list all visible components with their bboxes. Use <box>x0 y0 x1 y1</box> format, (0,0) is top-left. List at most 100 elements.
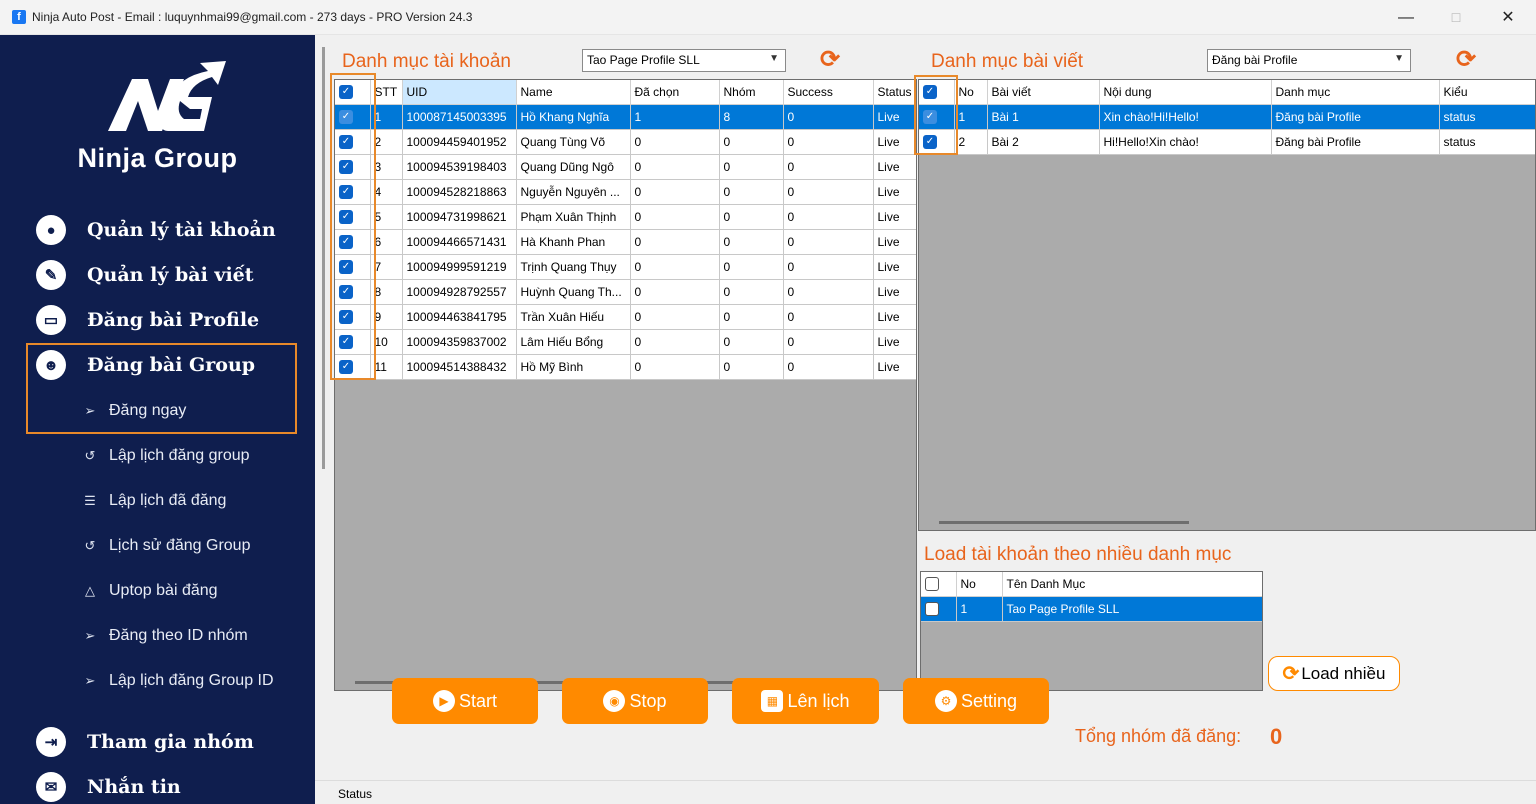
row-checkbox[interactable]: ✓ <box>335 204 371 230</box>
row-checkbox[interactable]: ✓ <box>335 354 371 380</box>
status-bar: Status <box>315 780 1536 804</box>
accounts-grid[interactable]: ✓ STT UID Name Đã chọn Nhóm Success Stat… <box>334 79 917 691</box>
column-header[interactable]: Tên Danh Mục <box>1002 572 1262 597</box>
row-checkbox[interactable]: ✓ <box>335 329 371 355</box>
row-checkbox[interactable]: ✓ <box>335 129 371 155</box>
menu-dang-bai-group[interactable]: ☻ Đăng bài Group <box>36 350 255 380</box>
table-row[interactable]: ✓ 1 Bài 1 Xin chào!Hi!Hello! Đăng bài Pr… <box>919 104 1535 130</box>
submenu-uptop-bai-dang[interactable]: △ Uptop bài đăng <box>80 579 218 603</box>
cell-chosen: 0 <box>630 154 720 180</box>
refresh-icon: ⟳ <box>1282 663 1300 685</box>
table-row[interactable]: ✓ 2 100094459401952 Quang Tùng Võ 0 0 0 … <box>335 129 916 155</box>
row-checkbox[interactable]: ✓ <box>335 104 371 130</box>
menu-quan-ly-tai-khoan[interactable]: ● Quản lý tài khoản <box>36 215 276 245</box>
table-row[interactable]: ✓ 8 100094928792557 Huỳnh Quang Th... 0 … <box>335 279 916 305</box>
column-header[interactable]: Bài viết <box>987 80 1100 105</box>
cell-stt: 2 <box>370 129 403 155</box>
table-row[interactable]: ✓ 10 100094359837002 Lâm Hiếu Bổng 0 0 0… <box>335 329 916 355</box>
column-header[interactable]: Đã chọn <box>630 80 720 105</box>
row-checkbox[interactable]: ✓ <box>335 154 371 180</box>
close-button[interactable]: ✕ <box>1488 5 1528 31</box>
load-multi-button[interactable]: ⟳ Load nhiều <box>1268 656 1400 691</box>
select-all-checkbox[interactable]: ✓ <box>335 80 371 105</box>
post-category-select[interactable]: Đăng bài Profile ▼ <box>1207 49 1411 72</box>
minimize-button[interactable]: — <box>1386 5 1426 31</box>
row-checkbox[interactable]: ✓ <box>919 129 955 155</box>
cell-content: Hi!Hello!Xin chào! <box>1099 129 1272 155</box>
button-label: Lên lịch <box>787 690 850 711</box>
combo-value: Đăng bài Profile <box>1212 53 1298 67</box>
splitter[interactable] <box>322 47 325 469</box>
column-header[interactable]: Kiểu <box>1439 80 1535 105</box>
submenu-lap-lich-dang-group[interactable]: ↺ Lập lịch đăng group <box>80 444 250 468</box>
refresh-posts-icon[interactable]: ⟳ <box>1456 45 1476 74</box>
table-row[interactable]: ✓ 2 Bài 2 Hi!Hello!Xin chào! Đăng bài Pr… <box>919 129 1535 155</box>
column-header[interactable]: No <box>956 572 1003 597</box>
table-row[interactable]: 1 Tao Page Profile SLL <box>921 596 1262 622</box>
table-row[interactable]: ✓ 4 100094528218863 Nguyễn Nguyên ... 0 … <box>335 179 916 205</box>
menu-label: Quản lý tài khoản <box>87 219 276 241</box>
submenu-lap-lich-dang-group-id[interactable]: ➢ Lập lịch đăng Group ID <box>80 669 274 693</box>
menu-nhan-tin[interactable]: ✉ Nhắn tin <box>36 772 181 802</box>
table-row[interactable]: ✓ 7 100094999591219 Trịnh Quang Thụy 0 0… <box>335 254 916 280</box>
categories-grid[interactable]: No Tên Danh Mục 1 Tao Page Profile SLL <box>920 571 1263 691</box>
menu-tham-gia-nhom[interactable]: ⇥ Tham gia nhóm <box>36 727 254 757</box>
column-header[interactable]: STT <box>370 80 403 105</box>
select-all-checkbox[interactable]: ✓ <box>919 80 955 105</box>
cell-category: Đăng bài Profile <box>1271 104 1440 130</box>
cell-name: Hồ Mỹ Bình <box>516 354 631 380</box>
column-header[interactable]: Nhóm <box>719 80 784 105</box>
column-header[interactable]: Name <box>516 80 631 105</box>
table-row[interactable]: ✓ 6 100094466571431 Hà Khanh Phan 0 0 0 … <box>335 229 916 255</box>
table-row[interactable]: ✓ 9 100094463841795 Trần Xuân Hiếu 0 0 0… <box>335 304 916 330</box>
submenu-lap-lich-da-dang[interactable]: ☰ Lập lịch đã đăng <box>80 489 226 513</box>
row-checkbox[interactable]: ✓ <box>335 254 371 280</box>
account-category-select[interactable]: Tao Page Profile SLL ▼ <box>582 49 786 72</box>
column-header[interactable]: UID <box>402 80 517 105</box>
maximize-button[interactable]: ☐ <box>1436 5 1476 31</box>
select-all-checkbox[interactable] <box>921 572 957 597</box>
cell-chosen: 0 <box>630 354 720 380</box>
cell-category-name: Tao Page Profile SLL <box>1002 596 1262 622</box>
submenu-label: Đăng theo ID nhóm <box>109 627 248 644</box>
calendar-icon: ▦ <box>761 690 784 712</box>
cell-uid: 100094928792557 <box>402 279 517 305</box>
row-checkbox[interactable]: ✓ <box>919 104 955 130</box>
cell-uid: 100094999591219 <box>402 254 517 280</box>
brand-name: Ninja Group <box>77 143 238 173</box>
posts-grid[interactable]: ✓ No Bài viết Nội dung Danh mục Kiểu ✓ 1… <box>918 79 1536 531</box>
menu-dang-bai-profile[interactable]: ▭ Đăng bài Profile <box>36 305 259 335</box>
column-header[interactable]: Success <box>783 80 874 105</box>
row-checkbox[interactable] <box>921 596 957 622</box>
stop-icon: ◉ <box>603 690 626 712</box>
chevron-down-icon: ▼ <box>769 53 779 64</box>
cell-success: 0 <box>783 304 874 330</box>
schedule-button[interactable]: ▦ Lên lịch <box>732 678 879 724</box>
title-bar: f Ninja Auto Post - Email : luquynhmai99… <box>0 0 1536 35</box>
cell-groups: 0 <box>719 204 784 230</box>
submenu-dang-ngay[interactable]: ➢ Đăng ngay <box>80 399 187 423</box>
column-header[interactable]: No <box>954 80 988 105</box>
row-checkbox[interactable]: ✓ <box>335 279 371 305</box>
table-row[interactable]: ✓ 1 100087145003395 Hồ Khang Nghĩa 1 8 0… <box>335 104 916 130</box>
stop-button[interactable]: ◉ Stop <box>562 678 708 724</box>
start-button[interactable]: ▶ Start <box>392 678 538 724</box>
cell-groups: 0 <box>719 279 784 305</box>
accounts-title: Danh mục tài khoản <box>342 51 511 72</box>
table-row[interactable]: ✓ 11 100094514388432 Hồ Mỹ Bình 0 0 0 Li… <box>335 354 916 380</box>
setting-button[interactable]: ⚙ Setting <box>903 678 1049 724</box>
menu-quan-ly-bai-viet[interactable]: ✎ Quản lý bài viết <box>36 260 254 290</box>
horizontal-scrollbar[interactable] <box>939 521 1189 524</box>
column-header[interactable]: Danh mục <box>1271 80 1440 105</box>
table-row[interactable]: ✓ 5 100094731998621 Phạm Xuân Thịnh 0 0 … <box>335 204 916 230</box>
row-checkbox[interactable]: ✓ <box>335 179 371 205</box>
cell-type: status <box>1439 104 1535 130</box>
column-header[interactable]: Status <box>873 80 916 105</box>
column-header[interactable]: Nội dung <box>1099 80 1272 105</box>
table-row[interactable]: ✓ 3 100094539198403 Quang Dũng Ngô 0 0 0… <box>335 154 916 180</box>
refresh-accounts-icon[interactable]: ⟳ <box>820 45 840 74</box>
submenu-lich-su-dang-group[interactable]: ↺ Lịch sử đăng Group <box>80 534 251 558</box>
submenu-dang-theo-id-nhom[interactable]: ➢ Đăng theo ID nhóm <box>80 624 248 648</box>
row-checkbox[interactable]: ✓ <box>335 229 371 255</box>
row-checkbox[interactable]: ✓ <box>335 304 371 330</box>
